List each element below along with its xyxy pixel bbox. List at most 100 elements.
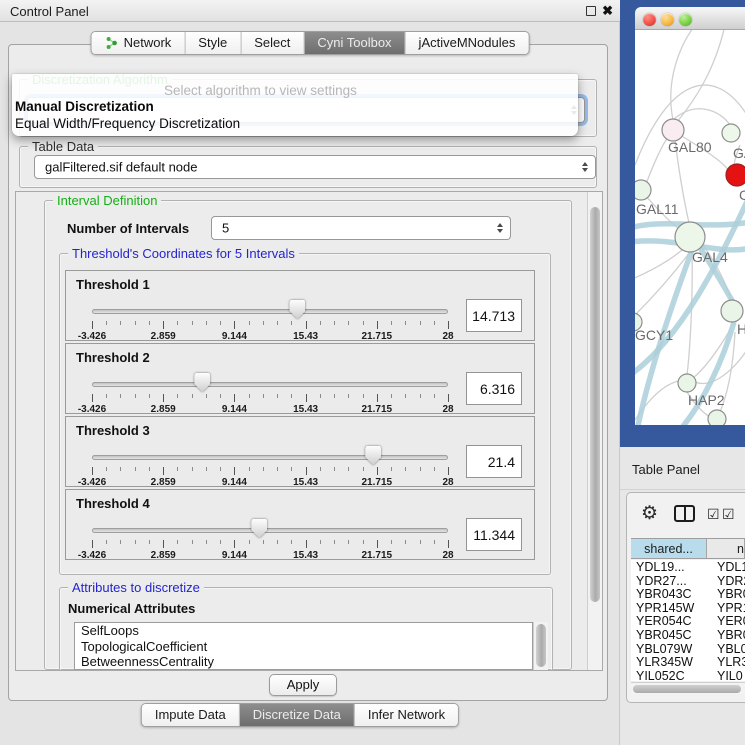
attribute-item[interactable]: SelfLoops (75, 623, 532, 639)
scrollbar-thumb[interactable] (590, 207, 600, 602)
table-cell[interactable]: YBR0 (707, 587, 745, 601)
network-node[interactable] (675, 222, 705, 252)
float-window-icon[interactable] (586, 6, 596, 16)
table-cell[interactable]: YIL052C (631, 669, 707, 681)
tab-impute-data[interactable]: Impute Data (142, 704, 239, 726)
column-header-name[interactable]: na (707, 539, 745, 558)
threshold-slider[interactable] (92, 528, 448, 533)
table-row[interactable]: YBR043CYBR0 (631, 587, 745, 601)
mac-minimize-button[interactable] (661, 13, 674, 26)
table-row[interactable]: YPR145WYPR1 (631, 601, 745, 615)
threshold-value-input[interactable] (466, 299, 522, 332)
algorithm-dropdown-popup: Select algorithm to view settings Manual… (12, 74, 578, 136)
tab-select[interactable]: Select (240, 32, 303, 54)
attribute-item[interactable]: TopologicalCoefficient (75, 639, 532, 655)
table-data-combobox[interactable]: galFiltered.sif default node (34, 155, 596, 179)
tab-infer-network[interactable]: Infer Network (354, 704, 458, 726)
table-cell[interactable]: YIL0 (707, 669, 745, 681)
dropdown-item-manual-discretization[interactable]: Manual Discretization (15, 99, 154, 114)
network-edge[interactable] (671, 30, 695, 120)
tick-mark (391, 321, 392, 325)
table-cell[interactable]: YER054C (631, 614, 707, 628)
column-header-shared-name[interactable]: shared... (631, 539, 707, 558)
threshold-slider[interactable] (92, 382, 448, 387)
tick-mark (263, 540, 264, 544)
table-horizontal-scrollbar[interactable] (631, 682, 745, 694)
table-row[interactable]: YER054CYER0 (631, 614, 745, 628)
table-cell[interactable]: YBR045C (631, 628, 707, 642)
tick-mark (263, 394, 264, 398)
network-canvas[interactable]: GAL80GACGAL11GAL4GCY1HHAP2 (635, 30, 745, 425)
table-cell[interactable]: YBL0 (707, 642, 745, 656)
table-cell[interactable]: YBL079W (631, 642, 707, 656)
network-node[interactable] (662, 119, 684, 141)
attribute-item[interactable]: BetweennessCentrality (75, 654, 532, 670)
table-cell[interactable]: YBR043C (631, 587, 707, 601)
tick-mark (92, 540, 93, 548)
slider-thumb[interactable] (194, 373, 210, 392)
attributes-list-scrollbar[interactable] (533, 622, 548, 670)
threshold-value-input[interactable] (466, 445, 522, 478)
checkbox-select-icon[interactable]: ☑ (722, 506, 735, 523)
tab-style[interactable]: Style (184, 32, 240, 54)
table-cell[interactable]: YBR0 (707, 628, 745, 642)
tick-mark (434, 540, 435, 544)
tick-label: 28 (442, 331, 453, 342)
tick-label: -3.426 (78, 331, 106, 342)
table-row[interactable]: YLR345WYLR3 (631, 655, 745, 669)
tab-discretize-data[interactable]: Discretize Data (239, 704, 354, 726)
numerical-attributes-list[interactable]: SelfLoopsTopologicalCoefficientBetweenne… (74, 622, 533, 670)
table-cell[interactable]: YDL19... (631, 560, 707, 574)
tab-network[interactable]: Network (92, 32, 185, 54)
split-columns-icon[interactable] (674, 505, 695, 522)
threshold-slider[interactable] (92, 309, 448, 314)
network-node[interactable] (678, 374, 696, 392)
table-cell[interactable]: YDL1 (707, 560, 745, 574)
network-edge[interactable] (635, 246, 687, 280)
table-row[interactable]: YIL052CYIL0 (631, 669, 745, 681)
slider-thumb[interactable] (365, 446, 381, 465)
checkbox-select-icon[interactable]: ☑ (707, 506, 720, 523)
close-panel-icon[interactable]: ✖ (602, 3, 613, 19)
gear-icon[interactable]: ⚙ (641, 502, 658, 525)
mac-zoom-button[interactable] (679, 13, 692, 26)
network-window-titlebar[interactable] (635, 7, 745, 30)
table-cell[interactable]: YER0 (707, 614, 745, 628)
network-node[interactable] (721, 300, 743, 322)
tab-cyni-toolbox[interactable]: Cyni Toolbox (303, 32, 404, 54)
dropdown-item-equal-width-frequency[interactable]: Equal Width/Frequency Discretization (15, 116, 240, 131)
apply-button[interactable]: Apply (269, 674, 337, 696)
mac-close-button[interactable] (643, 13, 656, 26)
network-node[interactable] (722, 124, 740, 142)
num-intervals-label: Number of Intervals (67, 221, 189, 236)
table-cell[interactable]: YPR145W (631, 601, 707, 615)
table-row[interactable]: YDR27...YDR2 (631, 574, 745, 588)
table-header-row: shared... na (631, 538, 745, 559)
tick-mark (277, 467, 278, 471)
table-cell[interactable]: YLR345W (631, 655, 707, 669)
tick-mark (405, 467, 406, 471)
table-cell[interactable]: YPR1 (707, 601, 745, 615)
table-row[interactable]: YBR045CYBR0 (631, 628, 745, 642)
network-node[interactable] (635, 180, 651, 200)
tick-mark (120, 321, 121, 325)
tick-mark (334, 321, 335, 325)
table-cell[interactable]: YLR3 (707, 655, 745, 669)
scrollbar-thumb[interactable] (536, 624, 546, 667)
table-cell[interactable]: YDR2 (707, 574, 745, 588)
table-row[interactable]: YBL079WYBL0 (631, 642, 745, 656)
table-row[interactable]: YDL19...YDL1 (631, 560, 745, 574)
tick-mark (135, 321, 136, 325)
slider-thumb[interactable] (289, 300, 305, 319)
network-node[interactable] (708, 410, 726, 425)
network-node[interactable] (726, 164, 745, 186)
num-intervals-combobox[interactable]: 5 (211, 216, 511, 240)
threshold-slider[interactable] (92, 455, 448, 460)
slider-thumb[interactable] (251, 519, 267, 538)
threshold-value-input[interactable] (466, 518, 522, 551)
tab-jactivemnodules[interactable]: jActiveMNodules (405, 32, 529, 54)
threshold-value-input[interactable] (466, 372, 522, 405)
scrollbar-thumb[interactable] (633, 685, 741, 693)
settings-vertical-scrollbar[interactable] (587, 192, 602, 670)
table-cell[interactable]: YDR27... (631, 574, 707, 588)
